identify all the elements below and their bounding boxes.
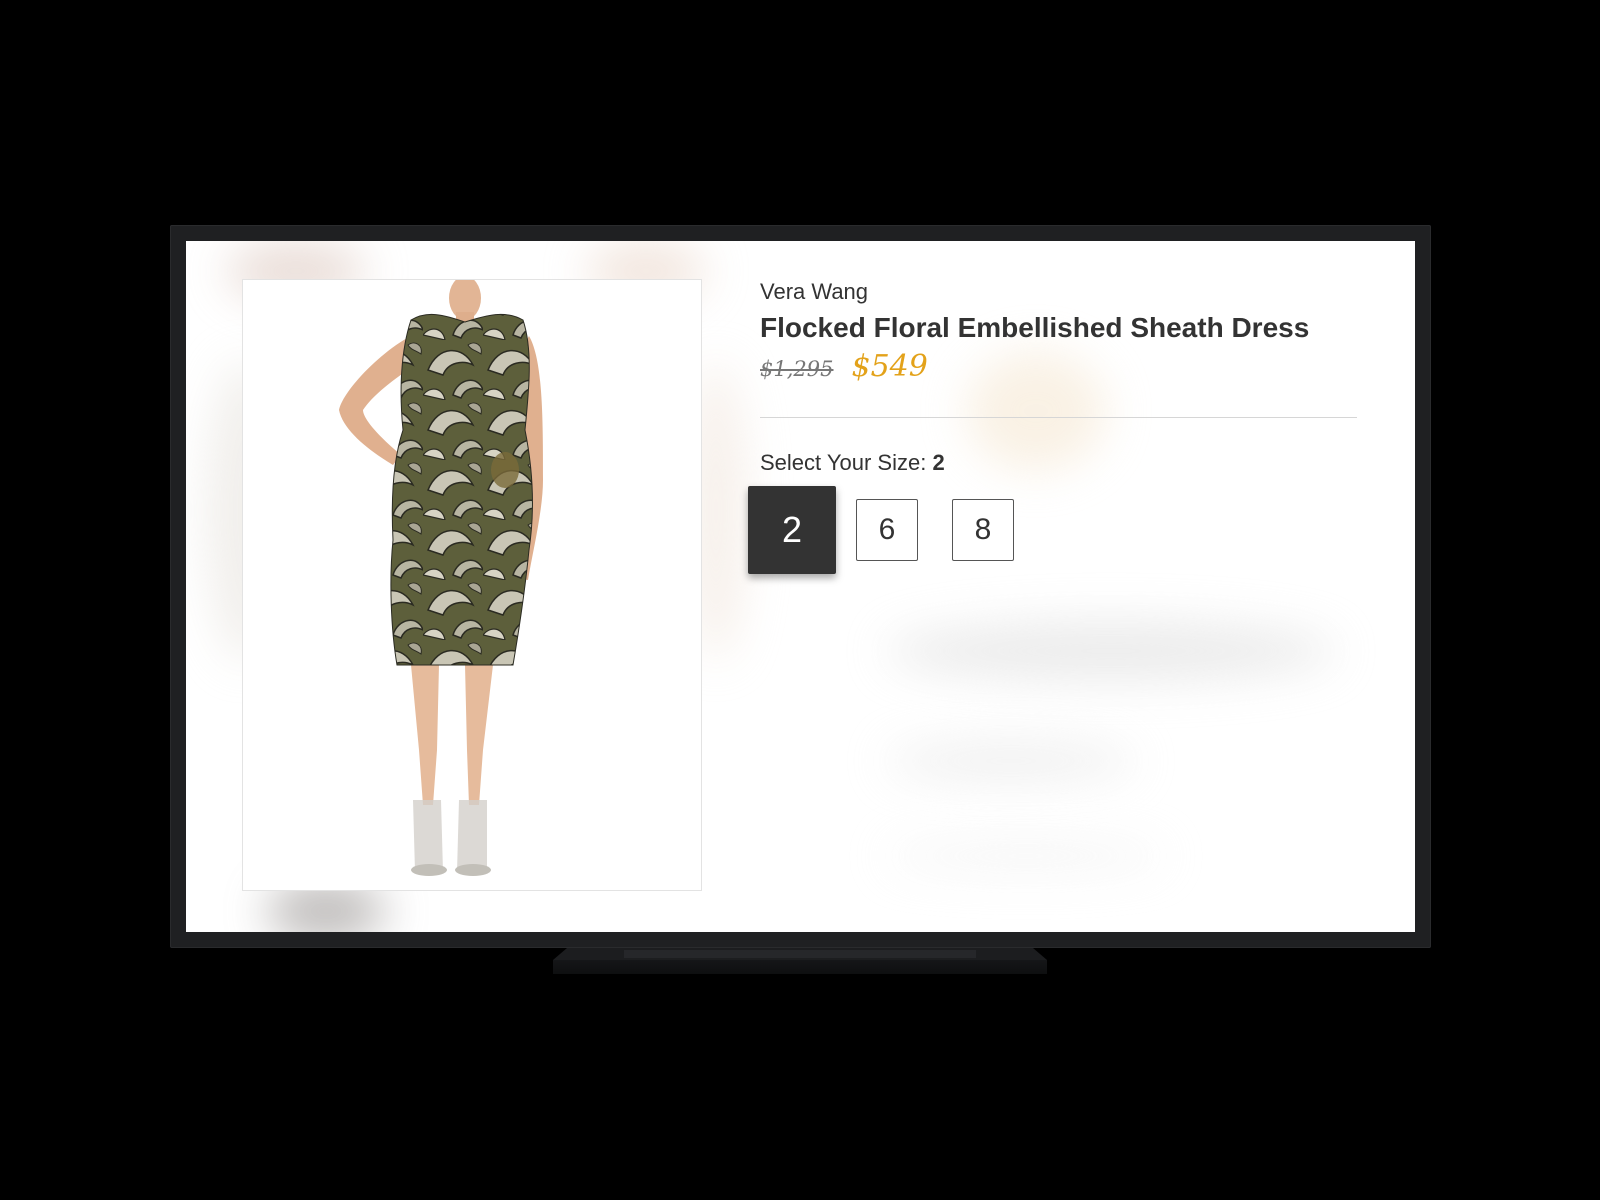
size-label: Select Your Size: 2 [760,450,1360,476]
size-options: 2 6 8 [748,486,1360,586]
tv-bezel: Vera Wang Flocked Floral Embellished She… [170,225,1431,948]
embellishment [491,452,519,488]
size-option-8[interactable]: 8 [952,499,1014,561]
dress [390,313,533,666]
original-price: $1,295 [760,357,834,381]
size-option-2[interactable]: 2 [748,486,836,574]
product-details: Vera Wang Flocked Floral Embellished She… [748,279,1360,586]
tv-screen: Vera Wang Flocked Floral Embellished She… [186,241,1415,932]
model-leg-left [411,665,439,805]
sale-price: $549 [851,349,928,384]
shoe-right [457,800,487,872]
dress-model-illustration [339,280,543,876]
product-image [242,279,702,891]
stage: Vera Wang Flocked Floral Embellished She… [0,0,1600,1200]
background-blur [886,841,1166,871]
tv-stand-base [553,960,1047,974]
background-blur [886,741,1136,781]
selected-size-value: 2 [932,450,945,475]
brand-name[interactable]: Vera Wang [760,279,1360,305]
size-label-text: Select Your Size: [760,450,927,475]
model-leg-right [465,665,493,805]
background-blur [886,621,1336,681]
divider [760,417,1357,418]
product-title: Flocked Floral Embellished Sheath Dress [760,312,1310,343]
shoe-left [413,800,443,872]
price-row: $1,295 $549 [760,349,1360,389]
size-option-6[interactable]: 6 [856,499,918,561]
tv-stand-highlight [624,950,976,958]
